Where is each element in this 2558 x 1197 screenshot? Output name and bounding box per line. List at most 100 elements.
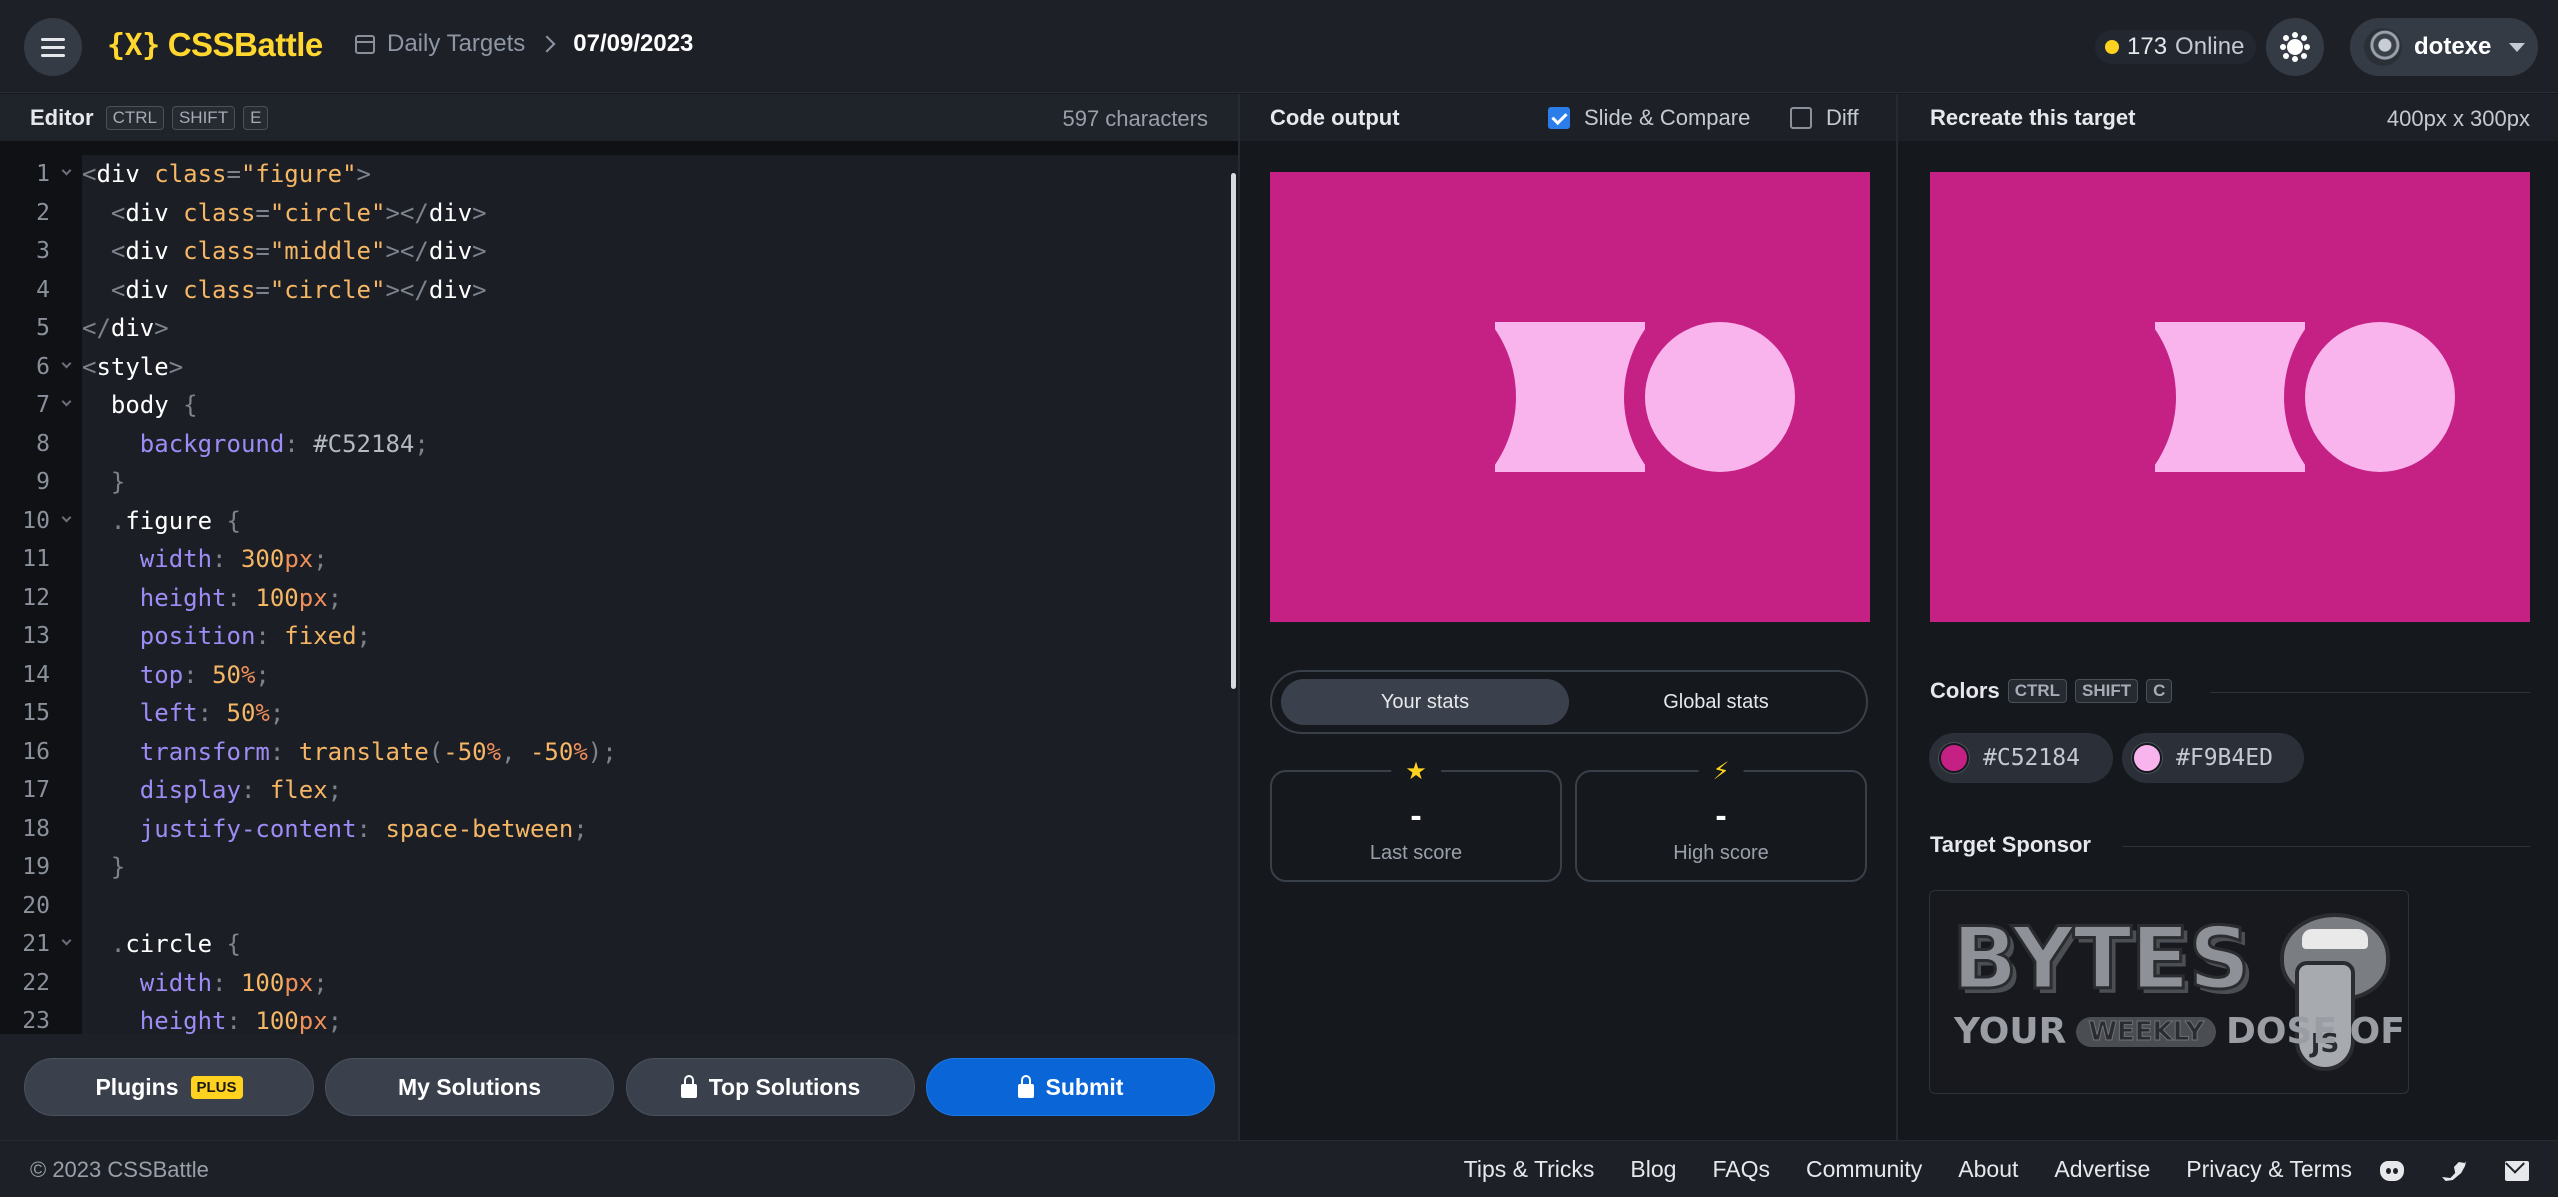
code-output-preview[interactable]: [1270, 172, 1870, 622]
code-token: transform: [82, 737, 270, 766]
code-token: <: [82, 237, 126, 266]
code-token: -50: [443, 737, 487, 766]
code-token: :: [212, 545, 241, 574]
shortcut-key-ctrl: CTRL: [105, 105, 164, 130]
plus-badge: PLUS: [190, 1075, 243, 1099]
username: dotexe: [2414, 33, 2492, 60]
color-dot-icon: [1939, 743, 1969, 773]
slide-compare-checkbox[interactable]: [1548, 107, 1570, 129]
code-token: <: [82, 198, 126, 227]
editor-scrollbar[interactable]: [1231, 173, 1236, 689]
code-token: .: [82, 506, 126, 535]
code-token: ;: [327, 1007, 343, 1034]
top-solutions-button[interactable]: Top Solutions: [626, 1058, 915, 1116]
code-line[interactable]: left: 50%;: [82, 694, 1238, 733]
sponsor-tagline-end: DOSE OF: [2226, 1011, 2405, 1052]
code-token: <: [82, 275, 126, 304]
footer-link-advertise[interactable]: Advertise: [2054, 1156, 2150, 1183]
code-line[interactable]: }: [82, 463, 1238, 502]
fold-chevron-icon[interactable]: [61, 935, 72, 946]
sponsor-banner[interactable]: BYTES JS YOUR WEEKLY DOSE OF: [1929, 890, 2409, 1094]
stats-tabs: Your stats Global stats: [1270, 670, 1868, 734]
code-token: class: [183, 237, 256, 266]
code-token: %: [486, 737, 502, 766]
user-menu-button[interactable]: dotexe: [2350, 18, 2538, 76]
fold-chevron-icon[interactable]: [61, 512, 72, 522]
logo[interactable]: {X} CSSBattle: [107, 26, 323, 64]
diff-toggle[interactable]: Diff: [1790, 105, 1859, 131]
discord-icon[interactable]: [2380, 1161, 2404, 1181]
code-line[interactable]: transform: translate(-50%, -50%);: [82, 733, 1238, 772]
diff-checkbox[interactable]: [1790, 107, 1812, 129]
twitter-icon[interactable]: [2442, 1161, 2466, 1181]
line-number: 5: [36, 315, 50, 342]
code-line[interactable]: display: flex;: [82, 771, 1238, 810]
code-line[interactable]: body {: [82, 386, 1238, 425]
line-number: 16: [22, 738, 50, 765]
submit-button[interactable]: Submit: [926, 1058, 1215, 1116]
code-token: :: [269, 737, 299, 766]
code-token: top: [82, 660, 184, 689]
editor-title: Editor: [30, 104, 94, 130]
code-token: ;: [255, 660, 270, 689]
code-editor[interactable]: 1 2 3 4 5 6 7 8 9 10 11 12 13 14 15 16 17 18 19 20 21 22 23 < d…: [0, 141, 1238, 1034]
tab-your-stats[interactable]: Your stats: [1281, 679, 1569, 725]
color-swatch[interactable]: #C52184: [1929, 733, 2113, 783]
code-line[interactable]: width: 100 px;: [82, 964, 1238, 1003]
target-preview[interactable]: [1930, 172, 2530, 622]
plugins-button[interactable]: Plugins PLUS: [24, 1058, 314, 1116]
footer-link-faqs[interactable]: FAQs: [1712, 1156, 1770, 1183]
slide-compare-toggle[interactable]: Slide & Compare: [1548, 105, 1750, 131]
mail-icon[interactable]: [2505, 1161, 2529, 1181]
sponsor-heading: Target Sponsor: [1930, 832, 2091, 858]
code-token: translate: [298, 737, 429, 766]
code-line[interactable]: justify-content: space-between;: [82, 810, 1238, 849]
code-token: {: [226, 506, 241, 535]
code-token: >: [154, 314, 169, 343]
footer-link-about[interactable]: About: [1958, 1156, 2018, 1183]
line-number: 18: [22, 815, 50, 842]
line-number: 20: [22, 892, 50, 919]
code-line[interactable]: background: #C52184;: [82, 425, 1238, 464]
code-line[interactable]: height: 100 px;: [82, 579, 1238, 618]
line-number: 11: [22, 546, 50, 573]
online-count: 173: [2127, 33, 2168, 60]
breadcrumb-daily-targets[interactable]: Daily Targets: [387, 30, 525, 58]
tab-global-stats[interactable]: Global stats: [1572, 679, 1860, 725]
code-line[interactable]: height: 100 px;: [82, 1002, 1238, 1034]
hamburger-menu-button[interactable]: [24, 18, 82, 76]
fold-chevron-icon[interactable]: [61, 165, 72, 176]
my-solutions-button[interactable]: My Solutions: [325, 1058, 614, 1116]
code-line[interactable]: < div class = "middle" ></div >: [82, 232, 1238, 271]
code-line[interactable]: [82, 887, 1238, 926]
code-line[interactable]: < style >: [82, 348, 1238, 387]
shortcut-key-e: E: [243, 105, 269, 130]
code-token: %: [255, 699, 270, 728]
color-swatch[interactable]: #F9B4ED: [2122, 733, 2304, 783]
code-line[interactable]: < div class = "circle" ></div >: [82, 271, 1238, 310]
code-line[interactable]: }: [82, 848, 1238, 887]
code-line[interactable]: < div class = "figure" >: [82, 155, 1238, 194]
footer-link-blog[interactable]: Blog: [1630, 1156, 1676, 1183]
fold-chevron-icon[interactable]: [61, 358, 72, 368]
theme-toggle-button[interactable]: [2266, 18, 2324, 76]
code-line[interactable]: position: fixed;: [82, 617, 1238, 656]
target-title: Recreate this target: [1930, 104, 2136, 130]
code-line[interactable]: </div >: [82, 309, 1238, 348]
footer-link-community[interactable]: Community: [1806, 1156, 1922, 1183]
calendar-icon: [355, 34, 375, 54]
footer-link-privacy-terms[interactable]: Privacy & Terms: [2186, 1156, 2352, 1183]
code-line[interactable]: width: 300 px;: [82, 540, 1238, 579]
code-token: {: [183, 391, 198, 420]
code-line[interactable]: . circle {: [82, 925, 1238, 964]
footer-link-tips-tricks[interactable]: Tips & Tricks: [1464, 1156, 1595, 1183]
color-dot-icon: [2132, 743, 2162, 773]
code-line[interactable]: . figure {: [82, 502, 1238, 541]
code-token: %: [573, 737, 588, 766]
code-line[interactable]: < div class = "circle" ></div >: [82, 194, 1238, 233]
code-token: =: [226, 160, 241, 189]
code-line[interactable]: top: 50%;: [82, 656, 1238, 695]
fold-chevron-icon[interactable]: [61, 396, 72, 407]
code-area[interactable]: < div class = "figure" > < div class = "circle"…: [82, 155, 1238, 1034]
code-token: 100: [240, 968, 285, 997]
